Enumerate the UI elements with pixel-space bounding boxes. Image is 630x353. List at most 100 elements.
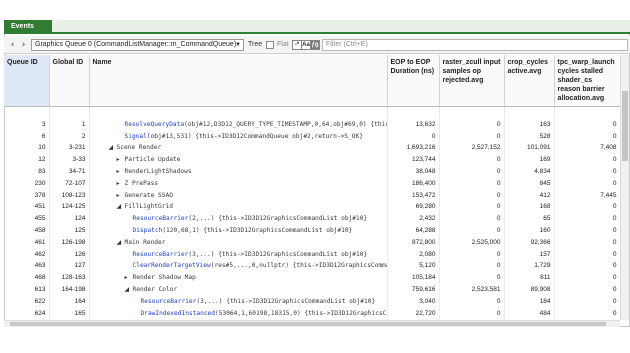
cell-crop-cycles: 412 xyxy=(504,189,555,202)
range-label: FillLightGrid xyxy=(124,203,173,211)
cell-tpc-warp-launch: 0 xyxy=(554,260,620,272)
range-label: Particle Update xyxy=(124,156,181,164)
cell-global-id: 3-33 xyxy=(49,153,90,166)
cell-eop-duration: 2,432 xyxy=(387,212,440,225)
horizontal-scroll-thumb[interactable] xyxy=(10,322,606,326)
table-row[interactable]: 6 2 Signal(obj#13,531) {this->ID3D12Comman… xyxy=(4,130,620,143)
expand-toggle-icon[interactable]: ◢ xyxy=(125,284,133,295)
cell-tpc-warp-launch: 0 xyxy=(554,165,620,178)
col-queue-id[interactable]: Queue ID xyxy=(4,55,50,107)
cell-global-id: 165 xyxy=(49,307,90,320)
table-row[interactable]: 83 34-71 ▸ RenderLightShadows 38,048 0 4,834 0 xyxy=(4,165,620,178)
expand-toggle-icon[interactable]: ◢ xyxy=(117,237,125,248)
cell-eop-duration: 22,720 xyxy=(387,307,440,320)
forward-arrow-icon[interactable]: › xyxy=(18,39,29,51)
cell-global-id: 124-125 xyxy=(49,201,90,213)
filter-input[interactable]: Filter (Ctrl+E) xyxy=(322,39,628,51)
back-arrow-icon[interactable]: ‹ xyxy=(7,39,18,51)
table-row[interactable]: 3 1 ResolveQueryData(obj#12,D3D12_QUERY_TY… xyxy=(4,118,620,131)
cell-crop-cycles: 184 xyxy=(504,295,555,308)
col-crop-cycles[interactable]: crop_cycles active.avg xyxy=(504,55,555,107)
cell-global-id: 125 xyxy=(49,224,90,237)
cell-raster-zcull: 0 xyxy=(439,224,505,237)
expand-toggle-icon[interactable]: ◢ xyxy=(117,201,125,212)
tab-bar: Events xyxy=(4,20,630,34)
cell-raster-zcull: 0 xyxy=(439,153,505,166)
queue-select-value: Graphics Queue 0 (CommandListManager::m_… xyxy=(35,41,237,48)
table-row[interactable]: 463 127 ClearRenderTargetView(res#5,...,0,… xyxy=(4,260,620,272)
tab-events[interactable]: Events xyxy=(4,20,52,34)
table-row[interactable]: 462 126 ResourceBarrier(3,...) {this->ID3D… xyxy=(4,248,620,261)
table-row[interactable]: 455 124 ResourceBarrier(2,...) {this->ID3D… xyxy=(4,212,620,225)
cell-crop-cycles: 811 xyxy=(504,271,555,284)
cell-global-id: 128-163 xyxy=(49,271,90,284)
horizontal-scrollbar[interactable] xyxy=(4,320,620,327)
vertical-scrollbar[interactable] xyxy=(620,55,629,320)
api-call-name: ResourceBarrier xyxy=(132,250,189,258)
expand-toggle-icon[interactable]: ▸ xyxy=(117,190,125,201)
col-name[interactable]: Name xyxy=(89,55,388,107)
cell-tpc-warp-launch: 0 xyxy=(554,118,620,131)
vertical-scroll-thumb[interactable] xyxy=(622,91,628,161)
regex-button[interactable]: ƒg xyxy=(310,40,320,50)
col-tpc-warp-launch[interactable]: tpc_warp_launch cycles stalled shader_cs… xyxy=(554,55,620,107)
tree-checkbox[interactable] xyxy=(266,41,274,49)
cell-name: ClearRenderTargetView(res#5,...,0,nullpt… xyxy=(89,260,388,272)
table-row[interactable]: 12 3-33 ▸ Particle Update 123,744 0 169 0 xyxy=(4,153,620,166)
cell-raster-zcull: 0 xyxy=(439,307,505,320)
cell-eop-duration: 123,744 xyxy=(387,153,440,166)
table-row[interactable]: 458 125 Dispatch(120,68,1) {this->ID3D12Gr… xyxy=(4,224,620,237)
expand-toggle-icon[interactable]: ▸ xyxy=(125,272,133,283)
cell-queue-id: 458 xyxy=(4,224,50,237)
api-call-args: (3,...) {this->ID3D12GraphicsCommandList… xyxy=(196,297,376,305)
cell-tpc-warp-launch: 0 xyxy=(554,130,620,143)
table-row[interactable]: 451 124-125 ◢ FillLightGrid 69,280 0 168 0 xyxy=(4,201,620,213)
cell-global-id: 164 xyxy=(49,295,90,308)
events-toolbar: ‹ › Graphics Queue 0 (CommandListManager… xyxy=(4,36,630,54)
expand-toggle-icon[interactable]: ▸ xyxy=(117,166,125,177)
cell-eop-duration: 5,120 xyxy=(387,260,440,272)
cell-global-id: 2 xyxy=(49,130,90,143)
expand-toggle-icon[interactable]: ◢ xyxy=(109,142,117,153)
col-eop-duration[interactable]: EOP to EOP Duration (ns) xyxy=(387,55,440,107)
table-row[interactable]: 10 3-231 ◢ Scene Render 1,693,216 2,527,152 10… xyxy=(4,142,620,154)
cell-global-id: 164-198 xyxy=(49,283,90,296)
table-row[interactable]: 613 164-198 ◢ Render Color 759,616 2,523,581 8… xyxy=(4,283,620,296)
cell-queue-id: 83 xyxy=(4,165,50,178)
cell-crop-cycles: 163 xyxy=(504,118,555,131)
queue-select[interactable]: Graphics Queue 0 (CommandListManager::m_… xyxy=(31,39,244,51)
cell-crop-cycles: 92,366 xyxy=(504,236,555,249)
api-call-name: Signal xyxy=(124,132,147,140)
cell-eop-duration: 105,184 xyxy=(387,271,440,284)
cell-crop-cycles: 89,908 xyxy=(504,283,555,296)
table-row[interactable]: 461 126-198 ◢ Main Render 872,800 2,525,000 92… xyxy=(4,236,620,249)
cell-raster-zcull: 0 xyxy=(439,130,505,143)
cell-raster-zcull: 2,527,152 xyxy=(439,142,505,154)
cell-crop-cycles: 1,729 xyxy=(504,260,555,272)
api-call-name: Dispatch xyxy=(132,227,163,235)
cell-queue-id: 378 xyxy=(4,189,50,202)
table-row[interactable]: 468 128-163 ▸ Render Shadow Map 105,184 0 811 0 xyxy=(4,271,620,284)
cell-tpc-warp-launch: 7,445 xyxy=(554,189,620,202)
expand-toggle-icon[interactable]: ▸ xyxy=(117,178,125,189)
table-row[interactable]: 622 164 ResourceBarrier(3,...) {this->ID3D… xyxy=(4,295,620,308)
cell-eop-duration: 38,048 xyxy=(387,165,440,178)
table-row[interactable]: 230 72-107 ▸ Z PrePass 186,400 0 845 0 xyxy=(4,177,620,190)
table-row[interactable]: 378 108-123 ▸ Generate SSAO 153,472 0 412 7,445 xyxy=(4,189,620,202)
cell-name: ◢ Scene Render xyxy=(89,142,388,154)
cell-eop-duration: 186,400 xyxy=(387,177,440,190)
cell-eop-duration: 153,472 xyxy=(387,189,440,202)
cell-tpc-warp-launch: 0 xyxy=(554,177,620,190)
api-call-args: (obj#13,531) {this->ID3D12CommandQueue o… xyxy=(146,132,363,140)
cell-queue-id: 3 xyxy=(4,118,50,131)
table-row[interactable]: 624 165 DrawIndexedInstanced(53064,1,60198… xyxy=(4,307,620,320)
api-call-name: ClearRenderTargetView xyxy=(132,262,211,270)
api-call-args: (120,68,1) {this->ID3D12GraphicsCommandL… xyxy=(162,227,353,235)
chevron-down-icon: ▼ xyxy=(235,42,241,48)
expand-toggle-icon[interactable]: ▸ xyxy=(117,154,125,165)
cell-crop-cycles: 528 xyxy=(504,130,555,143)
col-global-id[interactable]: Global ID xyxy=(49,55,90,107)
col-raster-zcull[interactable]: raster_zcull input samples op rejected.a… xyxy=(439,55,505,107)
cell-crop-cycles: 101,091 xyxy=(504,142,555,154)
cell-tpc-warp-launch: 0 xyxy=(554,271,620,284)
